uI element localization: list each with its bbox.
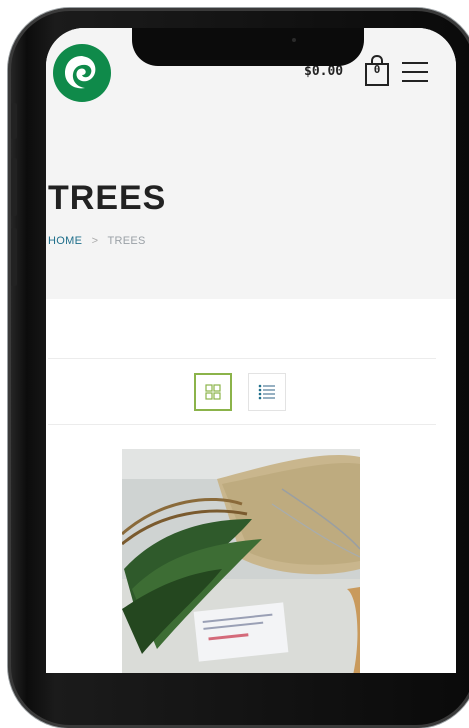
page-title-band: TREES HOME > TREES	[46, 123, 456, 299]
phone-notch	[132, 28, 364, 66]
tree-seedlings-bundle-photo	[122, 449, 360, 673]
list-view-icon	[258, 384, 275, 400]
list-view-button[interactable]	[248, 373, 286, 411]
grid-view-icon	[205, 384, 221, 400]
hamburger-menu-icon[interactable]	[402, 62, 428, 82]
grid-view-button[interactable]	[194, 373, 232, 411]
breadcrumb-home-link[interactable]: HOME	[48, 235, 82, 247]
mute-switch	[11, 103, 17, 139]
front-camera	[292, 38, 296, 42]
divider	[48, 358, 436, 359]
page-title: TREES	[48, 179, 167, 217]
breadcrumb-separator: >	[91, 235, 99, 247]
cart-total[interactable]: $0.00	[304, 64, 343, 79]
divider	[48, 424, 436, 425]
phone-screen: $0.00 0 TREES HOME > TREES	[46, 28, 456, 673]
breadcrumb: HOME > TREES	[48, 235, 146, 247]
leaf-swirl-logo-icon[interactable]	[52, 43, 112, 103]
cart-button[interactable]: 0	[364, 54, 390, 87]
volume-up-button	[11, 158, 17, 216]
product-image[interactable]	[122, 449, 360, 673]
cart-count: 0	[373, 63, 381, 76]
breadcrumb-current: TREES	[107, 235, 146, 247]
volume-down-button	[11, 228, 17, 286]
